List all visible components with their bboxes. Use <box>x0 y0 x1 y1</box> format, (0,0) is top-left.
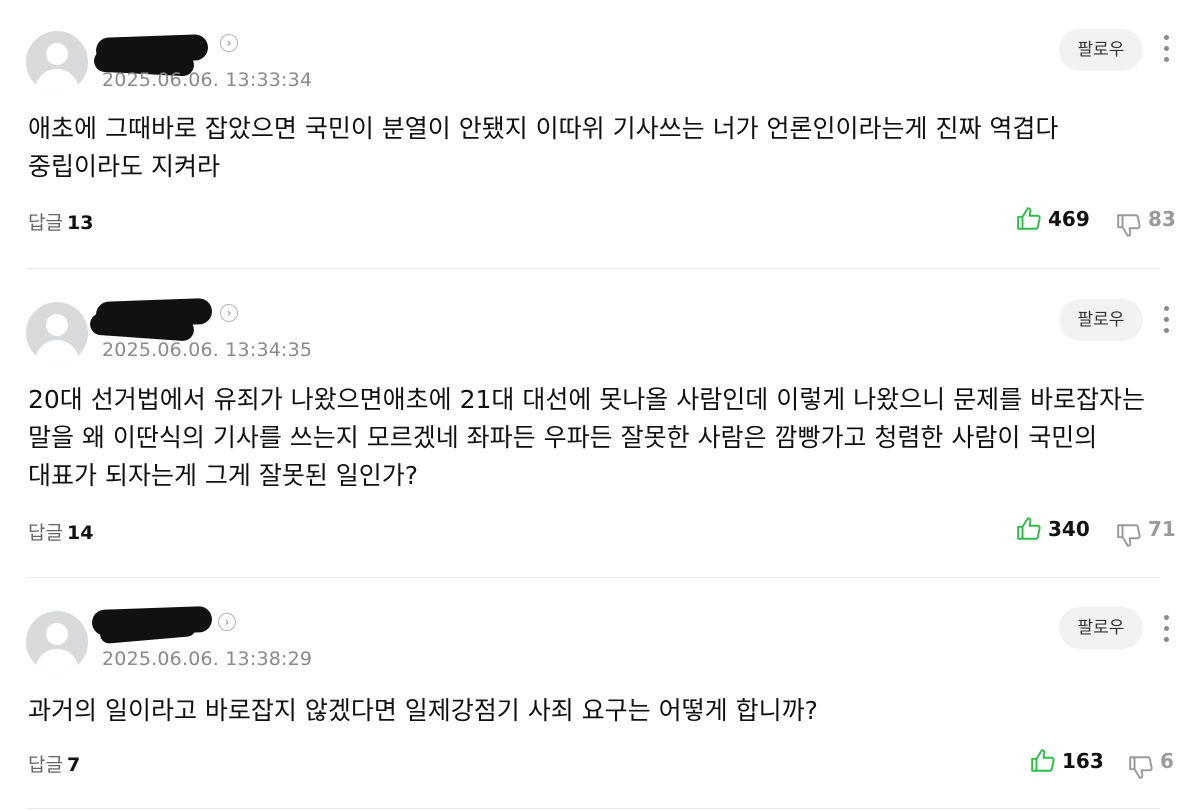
comment-text: 20대 선거법에서 유죄가 나왔으면애초에 21대 대선에 못나올 사람인데 이… <box>28 385 1146 490</box>
follow-button[interactable]: 팔로우 <box>1059 299 1143 341</box>
thumb-up-icon[interactable] <box>1016 206 1042 232</box>
like-count[interactable]: 163 <box>1062 749 1104 773</box>
avatar[interactable] <box>26 611 88 673</box>
reply-label: 답글 <box>28 522 63 544</box>
like-count[interactable]: 340 <box>1048 517 1090 541</box>
avatar[interactable] <box>26 302 88 364</box>
dislike-count[interactable]: 6 <box>1160 749 1174 773</box>
reply-button[interactable]: 답글 13 <box>28 208 93 235</box>
more-vertical-icon[interactable] <box>1157 306 1175 336</box>
comment-date: 2025.06.06. 13:38:29 <box>102 648 313 670</box>
more-vertical-icon[interactable] <box>1157 35 1175 65</box>
thumb-down-icon[interactable] <box>1128 754 1154 780</box>
divider <box>26 808 1160 809</box>
like-count[interactable]: 469 <box>1048 207 1090 231</box>
comment-text: 애초에 그때바로 잡았으면 국민이 분열이 안됐지 이따위 기사쓰는 너가 언론… <box>28 114 1059 181</box>
more-vertical-icon[interactable] <box>1157 615 1175 645</box>
thumb-up-icon[interactable] <box>1016 516 1042 542</box>
thumb-up-icon[interactable] <box>1030 748 1056 774</box>
avatar[interactable] <box>26 31 88 93</box>
thumb-down-icon[interactable] <box>1116 522 1142 548</box>
chevron-right-icon[interactable]: › <box>218 613 236 631</box>
chevron-right-icon[interactable]: › <box>220 34 238 52</box>
comment-text: 과거의 일이라고 바로잡지 않겠다면 일제강점기 사죄 요구는 어떻게 합니까? <box>28 696 818 725</box>
comment-date: 2025.06.06. 13:34:35 <box>102 339 313 361</box>
comment-date: 2025.06.06. 13:33:34 <box>102 69 313 91</box>
reply-count: 14 <box>66 522 94 544</box>
follow-button[interactable]: 팔로우 <box>1059 29 1143 71</box>
reply-count: 7 <box>66 754 81 776</box>
divider <box>26 268 1160 269</box>
reply-label: 답글 <box>28 212 63 234</box>
reply-button[interactable]: 답글 7 <box>28 750 80 777</box>
chevron-right-icon[interactable]: › <box>220 304 238 322</box>
reply-count: 13 <box>66 212 94 234</box>
follow-button[interactable]: 팔로우 <box>1059 607 1143 649</box>
divider <box>26 577 1160 578</box>
reply-label: 답글 <box>28 754 63 776</box>
thumb-down-icon[interactable] <box>1116 212 1142 238</box>
dislike-count[interactable]: 83 <box>1148 207 1176 231</box>
reply-button[interactable]: 답글 14 <box>28 518 93 545</box>
dislike-count[interactable]: 71 <box>1148 517 1176 541</box>
